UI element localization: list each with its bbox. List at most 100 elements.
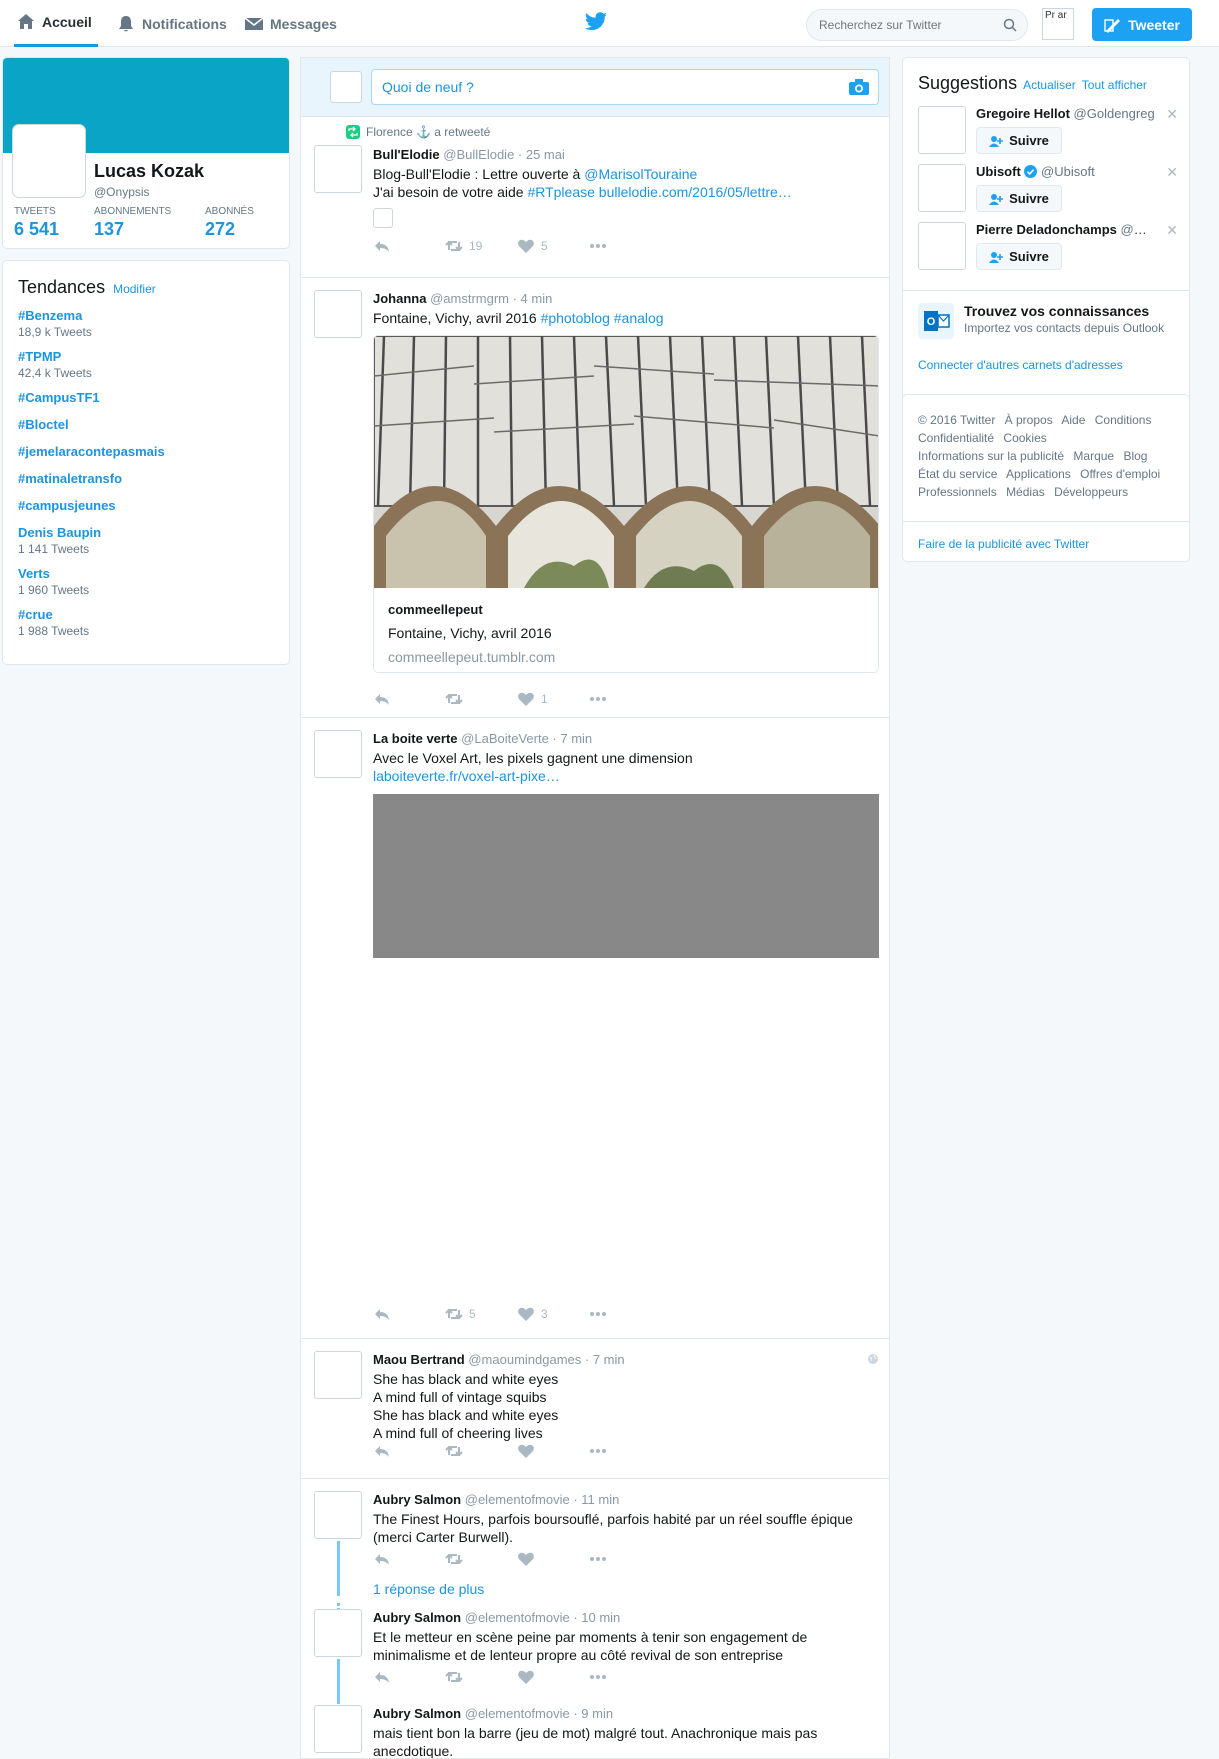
- footer-link[interactable]: Confidentialité: [918, 431, 994, 445]
- suggestion-avatar[interactable]: [918, 222, 966, 270]
- trend-item[interactable]: #matinaletransfo: [18, 471, 274, 486]
- tweet-author-handle[interactable]: @elementofmovie · 11 min: [465, 1492, 620, 1507]
- tweet-button[interactable]: Tweeter: [1092, 8, 1192, 41]
- more-button[interactable]: [589, 1306, 607, 1322]
- url-link[interactable]: laboiteverte.fr/voxel-art-pixe…: [373, 767, 873, 785]
- trend-item[interactable]: Denis Baupin 1 141 Tweets: [18, 525, 274, 556]
- trend-name[interactable]: #jemelaracontepasmais: [18, 444, 274, 459]
- more-button[interactable]: [589, 238, 607, 254]
- trend-item[interactable]: #campusjeunes: [18, 498, 274, 513]
- trend-item[interactable]: Verts 1 960 Tweets: [18, 566, 274, 597]
- tweet-avatar[interactable]: [314, 290, 362, 338]
- tweet[interactable]: Maou Bertrand @maoumindgames · 7 min She…: [301, 1339, 889, 1479]
- stat-followers[interactable]: Abonnés 272: [205, 206, 254, 240]
- tweet[interactable]: Johanna @amstrmgrm · 4 min Fontaine, Vic…: [301, 278, 889, 718]
- nav-home[interactable]: Accueil: [14, 0, 98, 47]
- follow-button[interactable]: Suivre: [976, 185, 1062, 212]
- reply-button[interactable]: [373, 1443, 391, 1459]
- reply-button[interactable]: [373, 1551, 391, 1567]
- dismiss-icon[interactable]: ✕: [1166, 164, 1178, 181]
- tweet-author-name[interactable]: La boite verte: [373, 731, 458, 746]
- tweet-author-name[interactable]: Maou Bertrand: [373, 1352, 465, 1367]
- footer-link[interactable]: Informations sur la publicité: [918, 449, 1064, 463]
- dismiss-icon[interactable]: ✕: [1166, 106, 1178, 123]
- nav-messages[interactable]: Messages: [244, 0, 337, 47]
- hashtag-link[interactable]: #photoblog #analog: [541, 310, 664, 326]
- tweet-author-handle[interactable]: @elementofmovie · 9 min: [465, 1706, 613, 1721]
- tweet-author-name[interactable]: Aubry Salmon: [373, 1492, 461, 1507]
- footer-link[interactable]: Applications: [1006, 467, 1071, 481]
- trend-name[interactable]: #crue: [18, 607, 274, 622]
- compose-input[interactable]: Quoi de neuf ?: [371, 69, 879, 105]
- tweet-author-handle[interactable]: @LaBoiteVerte · 7 min: [461, 731, 592, 746]
- footer-link[interactable]: Cookies: [1003, 431, 1046, 445]
- follow-button[interactable]: Suivre: [976, 243, 1062, 270]
- media-thumbnail[interactable]: [373, 208, 393, 228]
- footer-link[interactable]: Blog: [1123, 449, 1147, 463]
- hashtag-link[interactable]: #RTplease bullelodie.com/2016/05/lettre…: [527, 184, 791, 200]
- card-image[interactable]: [374, 336, 878, 588]
- suggestion-item[interactable]: Pierre Deladonchamps @De.. Suivre ✕: [918, 222, 1178, 270]
- tweet-avatar[interactable]: [314, 145, 362, 193]
- tweet-avatar[interactable]: [314, 1351, 362, 1399]
- profile-handle[interactable]: @Onypsis: [94, 185, 150, 199]
- tweet-author-name[interactable]: Aubry Salmon: [373, 1706, 461, 1721]
- footer-link[interactable]: Médias: [1006, 485, 1045, 499]
- footer-link[interactable]: Développeurs: [1054, 485, 1128, 499]
- like-button[interactable]: 1: [517, 691, 548, 707]
- more-replies-link[interactable]: 1 réponse de plus: [373, 1581, 484, 1597]
- trend-name[interactable]: #Bloctel: [18, 417, 274, 432]
- trend-name[interactable]: #CampusTF1: [18, 390, 274, 405]
- tweet[interactable]: La boite verte @LaBoiteVerte · 7 min Ave…: [301, 718, 889, 1339]
- stat-following[interactable]: Abonnements 137: [94, 206, 171, 240]
- profile-avatar[interactable]: [13, 125, 85, 197]
- footer-link[interactable]: Aide: [1061, 413, 1085, 427]
- more-button[interactable]: [589, 691, 607, 707]
- suggestions-view-all-link[interactable]: Tout afficher: [1082, 78, 1147, 92]
- footer-link[interactable]: Conditions: [1095, 413, 1152, 427]
- tweet-author-handle[interactable]: @BullElodie · 25 mai: [443, 147, 565, 162]
- retweet-button[interactable]: 5: [445, 1306, 476, 1322]
- search-box[interactable]: [806, 9, 1028, 41]
- suggestions-refresh-link[interactable]: Actualiser: [1023, 78, 1076, 92]
- trend-item[interactable]: #TPMP 42,4 k Tweets: [18, 349, 274, 380]
- suggestion-avatar[interactable]: [918, 106, 966, 154]
- more-button[interactable]: [589, 1669, 607, 1685]
- reply-button[interactable]: [373, 691, 391, 707]
- retweet-button[interactable]: [445, 1551, 463, 1567]
- more-button[interactable]: [589, 1443, 607, 1459]
- suggestion-item[interactable]: Ubisoft @Ubisoft Suivre ✕: [918, 164, 1178, 212]
- stat-tweets[interactable]: Tweets 6 541: [14, 206, 59, 240]
- retweet-context-text[interactable]: Florence ⚓ a retweeté: [366, 125, 490, 139]
- trends-modify-link[interactable]: Modifier: [113, 282, 156, 296]
- follow-button[interactable]: Suivre: [976, 127, 1062, 154]
- advertise-link[interactable]: Faire de la publicité avec Twitter: [918, 537, 1089, 551]
- find-contacts[interactable]: O Trouvez vos connaissances Importez vos…: [918, 303, 1178, 343]
- trend-name[interactable]: Verts: [18, 566, 274, 581]
- dismiss-icon[interactable]: ✕: [1166, 222, 1178, 239]
- media-placeholder[interactable]: [373, 794, 879, 958]
- like-button[interactable]: 3: [517, 1306, 548, 1322]
- trend-item[interactable]: #Bloctel: [18, 417, 274, 432]
- suggestion-name[interactable]: Gregoire Hellot @Goldengreg: [976, 106, 1156, 121]
- tweet-avatar[interactable]: [314, 730, 362, 778]
- more-button[interactable]: [589, 1551, 607, 1567]
- reply-button[interactable]: [373, 1306, 391, 1322]
- footer-link[interactable]: Offres d'emploi: [1080, 467, 1160, 481]
- tweet-author-name[interactable]: Aubry Salmon: [373, 1610, 461, 1625]
- connect-address-books-link[interactable]: Connecter d'autres carnets d'adresses: [918, 358, 1123, 372]
- tweet-avatar[interactable]: [314, 1705, 362, 1753]
- tweet-author-handle[interactable]: @maoumindgames · 7 min: [468, 1352, 624, 1367]
- trend-item[interactable]: #CampusTF1: [18, 390, 274, 405]
- tweet[interactable]: Florence ⚓ a retweeté Bull'Elodie @BullE…: [301, 117, 889, 278]
- suggestion-name[interactable]: Pierre Deladonchamps @De..: [976, 222, 1156, 237]
- search-icon[interactable]: [1003, 18, 1017, 32]
- like-button[interactable]: [517, 1551, 535, 1567]
- tweet-avatar[interactable]: [314, 1609, 362, 1657]
- profile-name[interactable]: Lucas Kozak: [94, 161, 204, 182]
- suggestion-name[interactable]: Ubisoft @Ubisoft: [976, 164, 1156, 179]
- camera-icon[interactable]: [848, 78, 870, 96]
- tweet-author-handle[interactable]: @elementofmovie · 10 min: [465, 1610, 621, 1625]
- like-button[interactable]: 5: [517, 238, 548, 254]
- nav-notifications[interactable]: Notifications: [116, 0, 227, 47]
